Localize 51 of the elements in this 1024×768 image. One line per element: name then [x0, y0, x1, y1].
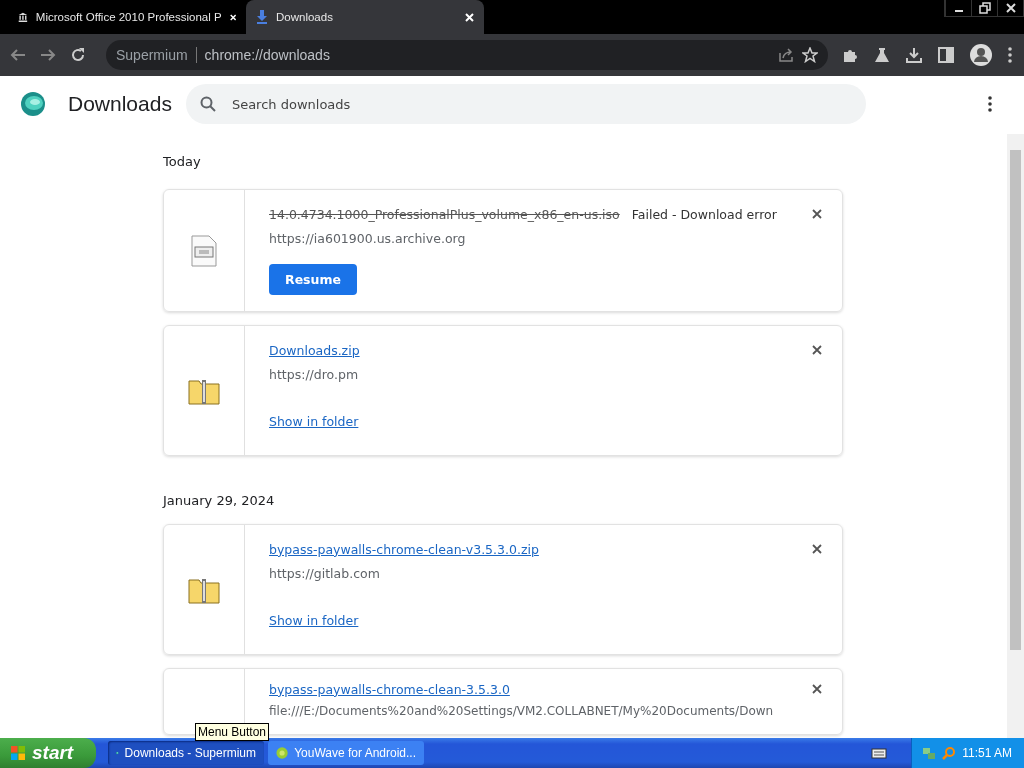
source-url: https://dro.pm [269, 367, 359, 382]
back-icon[interactable] [10, 48, 26, 62]
url-text: chrome://downloads [204, 47, 330, 63]
date-heading: Today [163, 154, 201, 169]
file-link[interactable]: Downloads.zip [269, 342, 360, 358]
windows-flag-icon [10, 745, 26, 761]
scrollbar[interactable] [1007, 134, 1024, 738]
file-name: 14.0.4734.1000_ProfessionalPlus_volume_x86_en-us.iso [269, 206, 620, 222]
browser-tab[interactable]: Downloads [246, 0, 484, 34]
browser-tab[interactable]: Microsoft Office 2010 Professional P [8, 0, 246, 34]
forward-icon[interactable] [40, 48, 56, 62]
close-icon[interactable] [812, 209, 822, 219]
show-in-folder-link[interactable]: Show in folder [269, 613, 359, 628]
address-bar[interactable]: Supermium chrome://downloads [106, 40, 828, 70]
source-url: https://ia601900.us.archive.org [269, 231, 466, 246]
close-icon[interactable] [812, 684, 822, 694]
taskbar-button[interactable]: Downloads - Supermium [108, 741, 264, 765]
avatar-icon[interactable] [970, 44, 992, 66]
reload-icon[interactable] [70, 47, 86, 63]
share-icon[interactable] [778, 47, 794, 63]
search-icon [199, 96, 216, 112]
resume-button[interactable]: Resume [269, 264, 357, 295]
search-field[interactable]: Search downloads [185, 84, 866, 124]
menu-icon[interactable] [1008, 47, 1012, 63]
source-url: https://gitlab.com [269, 566, 380, 581]
start-button[interactable]: start [0, 738, 96, 768]
keyboard-icon[interactable] [871, 747, 888, 759]
file-link[interactable]: bypass-paywalls-chrome-clean-3.5.3.0 [269, 681, 510, 697]
source-url: file:///E:/Documents%20and%20Settings/VM2.COLLABNET/My%20Documents/Down [269, 704, 774, 718]
museum-icon [18, 10, 28, 24]
page-title: Downloads [68, 92, 172, 116]
puzzle-icon[interactable] [842, 47, 858, 63]
show-in-folder-link[interactable]: Show in folder [269, 414, 359, 429]
taskbar-button[interactable]: YouWave for Android... [268, 741, 424, 765]
tooltip: Menu Button [195, 723, 270, 741]
download-icon[interactable] [906, 47, 922, 63]
date-heading: January 29, 2024 [163, 493, 275, 508]
side-panel-icon[interactable] [938, 47, 954, 63]
star-icon[interactable] [802, 47, 818, 63]
site-name: Supermium [116, 47, 188, 63]
more-menu-icon[interactable] [988, 96, 992, 112]
file-link[interactable]: bypass-paywalls-chrome-clean-v3.5.3.0.zip [269, 541, 539, 557]
android-icon [276, 746, 289, 760]
close-icon[interactable] [812, 544, 822, 554]
flask-icon[interactable] [874, 47, 890, 63]
close-icon[interactable] [812, 345, 822, 355]
download-icon [256, 10, 268, 24]
download-status: Failed - Download error [631, 206, 777, 222]
clock: 11:51 AM [962, 746, 1012, 760]
document-icon [191, 234, 217, 267]
restore-icon[interactable] [978, 2, 991, 14]
